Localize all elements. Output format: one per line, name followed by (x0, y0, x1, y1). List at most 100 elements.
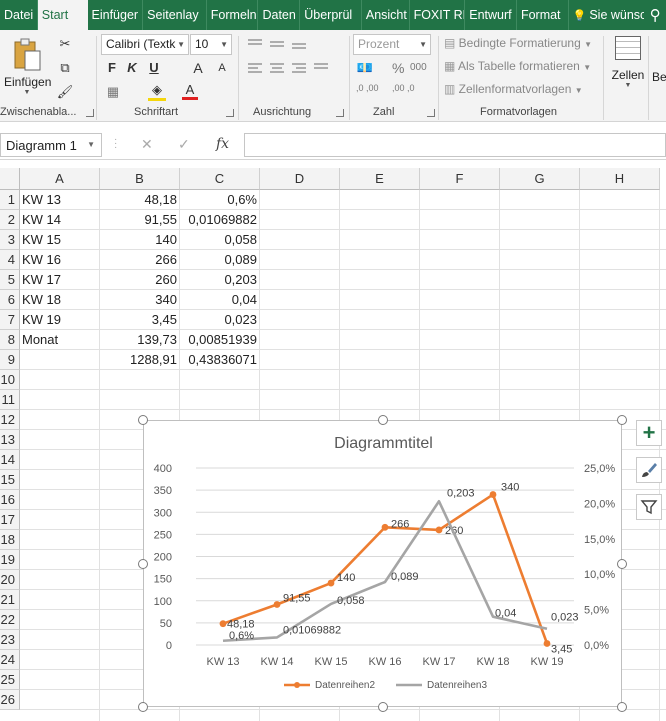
row-header-5[interactable]: 5 (0, 270, 20, 290)
tab-formeln[interactable]: Formeln (207, 0, 259, 30)
cut-icon[interactable]: ✂ (56, 36, 74, 52)
tab-überprül[interactable]: Überprül (300, 0, 362, 30)
clipboard-launcher-icon[interactable] (86, 109, 94, 117)
row-header-3[interactable]: 3 (0, 230, 20, 250)
cell-A9[interactable] (22, 350, 98, 370)
number-launcher-icon[interactable] (427, 109, 435, 117)
alignment-icons[interactable] (244, 36, 344, 102)
shrink-font-button[interactable]: A (214, 62, 230, 74)
row-header-20[interactable]: 20 (0, 570, 20, 590)
thousands-button[interactable]: 000 (410, 62, 427, 73)
conditional-formatting-button[interactable]: ▤ Bedingte Formatierung ▼ (444, 36, 592, 50)
cell-B1[interactable]: 48,18 (100, 190, 177, 210)
row-header-21[interactable]: 21 (0, 590, 20, 610)
cell-B4[interactable]: 266 (100, 250, 177, 270)
tab-entwurf[interactable]: Entwurf (465, 0, 517, 30)
currency-icon[interactable]: 💶 (356, 60, 374, 76)
font-launcher-icon[interactable] (226, 109, 234, 117)
cell-B8[interactable]: 139,73 (100, 330, 177, 350)
cell-A3[interactable]: KW 15 (22, 230, 98, 250)
column-header-E[interactable]: E (340, 168, 420, 190)
row-header-25[interactable]: 25 (0, 670, 20, 690)
row-header-2[interactable]: 2 (0, 210, 20, 230)
cell-A4[interactable]: KW 16 (22, 250, 98, 270)
tab-ansicht[interactable]: Ansicht (362, 0, 410, 30)
row-header-19[interactable]: 19 (0, 550, 20, 570)
cell-A7[interactable]: KW 19 (22, 310, 98, 330)
cells-button[interactable]: Zellen ▼ (608, 36, 648, 89)
decrease-decimals-button[interactable]: ,00 ,0 (392, 84, 422, 93)
resize-handle[interactable] (377, 702, 388, 712)
cell-A8[interactable]: Monat (22, 330, 98, 350)
format-as-table-button[interactable]: ▦ Als Tabelle formatieren ▼ (444, 59, 591, 73)
cell-styles-button[interactable]: ▥ Zellenformatvorlagen ▼ (444, 82, 583, 96)
cell-B7[interactable]: 3,45 (100, 310, 177, 330)
italic-button[interactable]: K (124, 60, 140, 75)
cell-C1[interactable]: 0,6% (180, 190, 257, 210)
cell-B6[interactable]: 340 (100, 290, 177, 310)
format-painter-icon[interactable]: 🖌 (56, 84, 74, 100)
resize-handle[interactable] (138, 415, 148, 425)
row-header-14[interactable]: 14 (0, 450, 20, 470)
cell-B5[interactable]: 260 (100, 270, 177, 290)
column-header-D[interactable]: D (260, 168, 340, 190)
row-header-4[interactable]: 4 (0, 250, 20, 270)
resize-handle[interactable] (617, 702, 627, 712)
column-header-G[interactable]: G (500, 168, 580, 190)
editing-label[interactable]: Be (652, 70, 666, 84)
cell-C6[interactable]: 0,04 (180, 290, 257, 310)
row-header-24[interactable]: 24 (0, 650, 20, 670)
cell-C4[interactable]: 0,089 (180, 250, 257, 270)
underline-button[interactable]: U (146, 60, 162, 75)
row-header-9[interactable]: 9 (0, 350, 20, 370)
tab-start[interactable]: Start (37, 0, 88, 30)
row-header-17[interactable]: 17 (0, 510, 20, 530)
confirm-icon[interactable]: ✓ (178, 136, 190, 153)
tab-datei[interactable]: Datei (0, 0, 38, 30)
copy-icon[interactable]: ⧉ (56, 60, 74, 76)
row-header-26[interactable]: 26 (0, 690, 20, 710)
font-size-dropdown[interactable]: 10 ▼ (190, 34, 232, 55)
formula-input[interactable] (244, 133, 666, 157)
resize-handle[interactable] (138, 558, 148, 569)
column-header-H[interactable]: H (580, 168, 660, 190)
tab-seitenlay[interactable]: Seitenlay (143, 0, 207, 30)
cell-A1[interactable]: KW 13 (22, 190, 98, 210)
row-header-6[interactable]: 6 (0, 290, 20, 310)
resize-handle[interactable] (377, 415, 388, 425)
cell-C5[interactable]: 0,203 (180, 270, 257, 290)
row-header-11[interactable]: 11 (0, 390, 20, 410)
tab-format[interactable]: Format (517, 0, 569, 30)
cell-B9[interactable]: 1288,91 (100, 350, 177, 370)
row-header-23[interactable]: 23 (0, 630, 20, 650)
column-header-C[interactable]: C (180, 168, 260, 190)
row-header-13[interactable]: 13 (0, 430, 20, 450)
cell-A5[interactable]: KW 17 (22, 270, 98, 290)
row-header-7[interactable]: 7 (0, 310, 20, 330)
row-header-15[interactable]: 15 (0, 470, 20, 490)
chart-filters-button[interactable] (636, 494, 662, 520)
tab-sie-wünsc[interactable]: 💡 Sie wünsc (569, 0, 645, 30)
account-icon[interactable]: ⚲ (644, 0, 666, 30)
chart[interactable]: Diagrammtitel 0 50 100 150 200 250 300 350 400 0,0… (143, 420, 622, 707)
select-all-corner[interactable] (0, 168, 20, 190)
increase-decimals-button[interactable]: ,0 ,00 (356, 84, 386, 93)
row-header-10[interactable]: 10 (0, 370, 20, 390)
grow-font-button[interactable]: A (190, 60, 206, 76)
row-header-12[interactable]: 12 (0, 410, 20, 430)
cell-B2[interactable]: 91,55 (100, 210, 177, 230)
chart-styles-button[interactable] (636, 457, 662, 483)
font-color-button[interactable]: A (182, 82, 198, 100)
row-header-1[interactable]: 1 (0, 190, 20, 210)
cell-C9[interactable]: 0,43836071 (180, 350, 257, 370)
column-header-F[interactable]: F (420, 168, 500, 190)
tab-daten[interactable]: Daten (258, 0, 301, 30)
resize-handle[interactable] (138, 702, 148, 712)
borders-icon[interactable]: ▦ (104, 84, 122, 100)
cell-A6[interactable]: KW 18 (22, 290, 98, 310)
cell-C8[interactable]: 0,00851939 (180, 330, 257, 350)
cell-A2[interactable]: KW 14 (22, 210, 98, 230)
tab-einfüger[interactable]: Einfüger (88, 0, 144, 30)
row-header-22[interactable]: 22 (0, 610, 20, 630)
font-name-dropdown[interactable]: Calibri (Textk ▼ (101, 34, 189, 55)
